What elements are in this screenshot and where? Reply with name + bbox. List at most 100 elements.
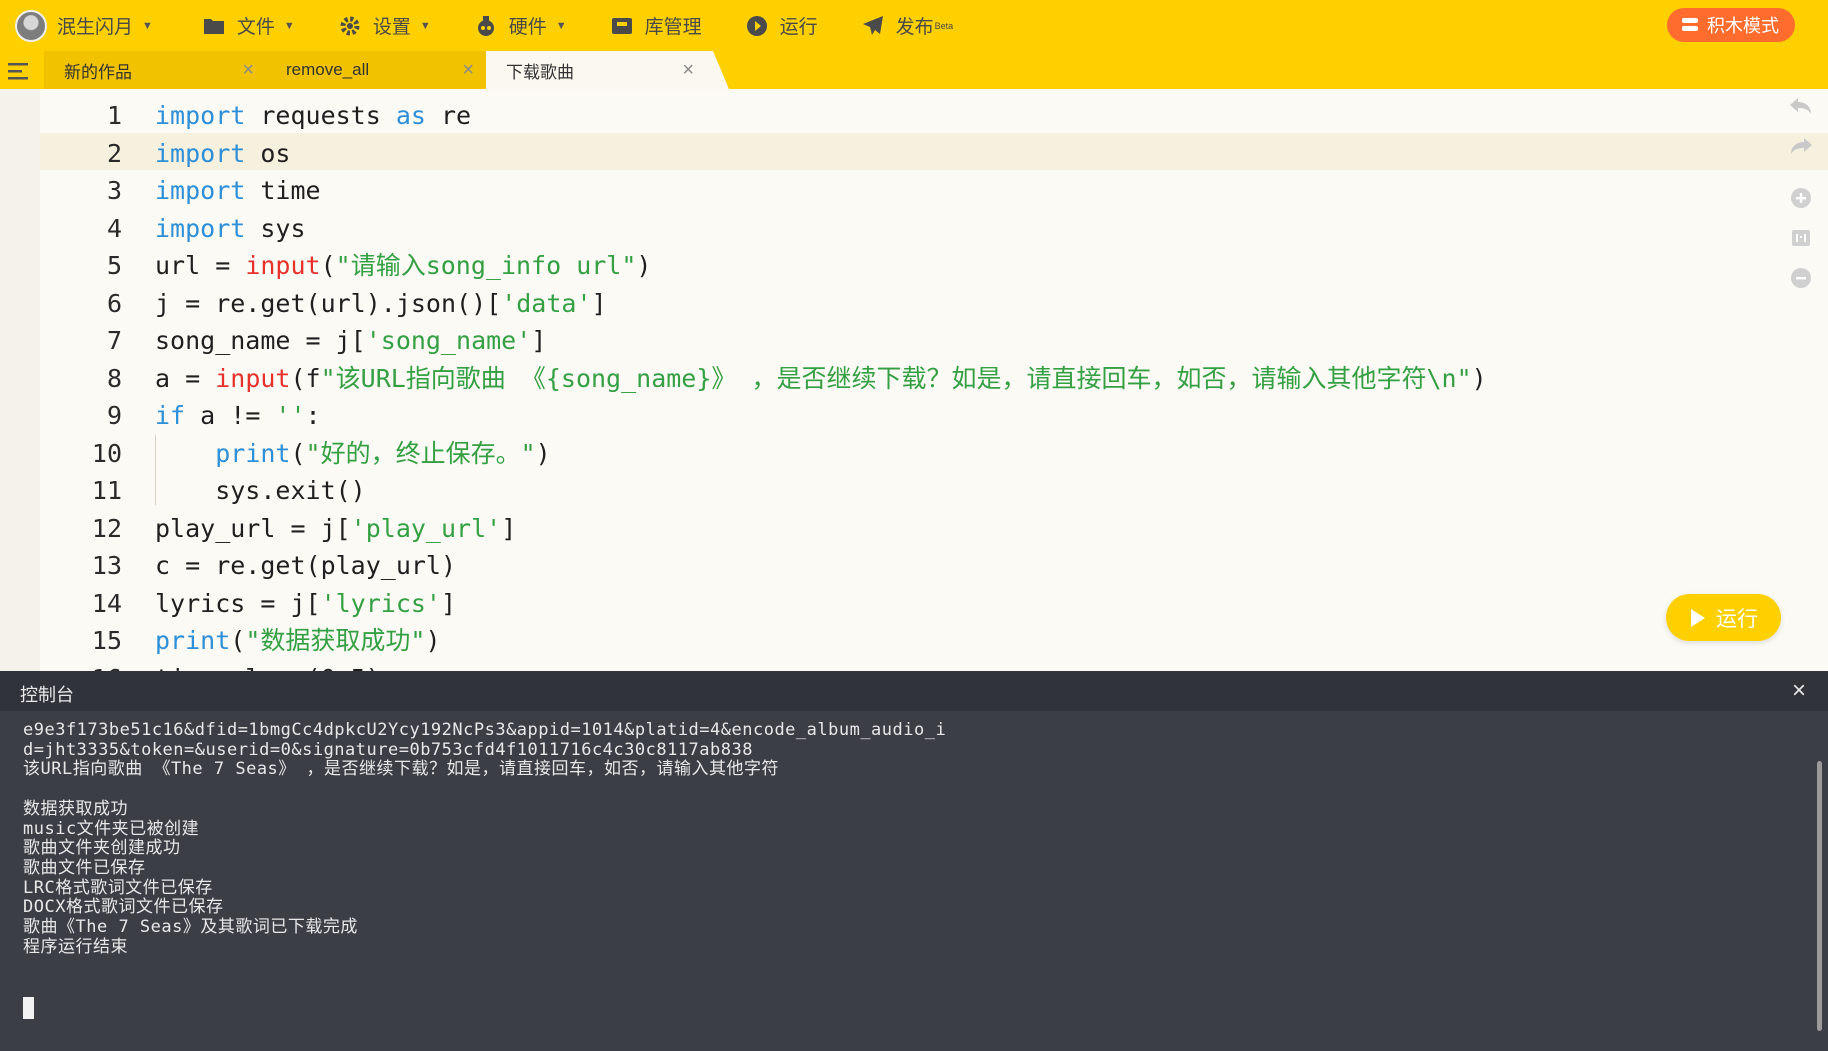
code-token: 'data'	[501, 288, 592, 318]
tab-new-work[interactable]: 新的作品 ×	[44, 51, 266, 89]
code-token: j = re.get(url).json()[	[155, 288, 502, 318]
close-icon[interactable]: ×	[242, 59, 254, 82]
code-token: ]	[501, 513, 517, 543]
code-line[interactable]: 10 print("好的，终止保存。")	[0, 435, 1760, 473]
hardware-icon	[473, 13, 499, 39]
code-token: "数据获取成功"	[245, 626, 426, 655]
close-icon[interactable]: ×	[682, 59, 694, 82]
code-token: play_url = j[	[155, 513, 351, 543]
code-line[interactable]: 8 a = input(f"该URL指向歌曲 《{song_name}》 ，是否继…	[0, 360, 1760, 398]
code-line[interactable]: 13 c = re.get(play_url)	[0, 547, 1760, 585]
redo-icon[interactable]	[1788, 133, 1814, 159]
code-token: ''	[275, 401, 306, 430]
code-token: ]	[441, 588, 457, 618]
code-token: a !=	[185, 401, 276, 430]
console-title: 控制台	[20, 685, 74, 705]
tab-remove-all[interactable]: remove_all ×	[266, 51, 486, 89]
code-token: "该URL指向歌曲 《{song_name}》 ，是否继续下载？如是，请直接回车…	[320, 363, 1472, 393]
code-token: import	[155, 213, 246, 243]
settings-menu[interactable]: 设置 ▼	[337, 0, 431, 51]
code-line[interactable]: 2 import os	[0, 135, 1760, 173]
run-menu[interactable]: 运行	[744, 0, 818, 51]
code-text: print("好的，终止保存。")	[155, 435, 551, 473]
code-token: as	[395, 101, 426, 130]
line-number: 9	[106, 401, 122, 430]
line-number: 1	[106, 101, 122, 130]
code-token: time.sleep(0.5)	[155, 664, 381, 672]
code-line[interactable]: 7 song_name = j['song_name']	[0, 322, 1760, 360]
code-text: j = re.get(url).json()['data']	[155, 285, 607, 323]
code-token: )	[425, 626, 441, 655]
user-name: 泯生闪月	[57, 17, 134, 38]
code-token: )	[1471, 363, 1487, 393]
zoom-in-icon[interactable]	[1788, 185, 1814, 211]
chevron-down-icon: ▼	[419, 19, 431, 32]
code-line[interactable]: 4 import sys	[0, 210, 1760, 248]
line-number: 2	[106, 138, 122, 168]
zoom-out-icon[interactable]	[1788, 265, 1814, 291]
hardware-menu[interactable]: 硬件 ▼	[473, 0, 567, 51]
console-scrollbar[interactable]	[1817, 761, 1822, 1031]
undo-icon[interactable]	[1788, 93, 1814, 119]
code-text: a = input(f"该URL指向歌曲 《{song_name}》 ，是否继续…	[155, 360, 1487, 398]
code-line[interactable]: 5 url = input("请输入song_info url")	[0, 247, 1760, 285]
code-text: print("数据获取成功")	[155, 622, 441, 660]
avatar	[15, 9, 47, 42]
code-line[interactable]: 6 j = re.get(url).json()['data']	[0, 285, 1760, 323]
line-number: 14	[91, 588, 122, 618]
console-output[interactable]: e9e3f173be51c16&dfid=1bmgCc4dpkcU2Ycy192…	[0, 711, 1828, 1051]
code-text: time.sleep(0.5)	[155, 660, 381, 672]
line-number: 10	[91, 438, 122, 468]
gear-icon	[337, 13, 363, 39]
code-line[interactable]: 11 sys.exit()	[0, 472, 1760, 510]
code-token: ]	[531, 326, 547, 355]
code-token: (	[320, 251, 336, 280]
file-menu[interactable]: 文件 ▼	[201, 0, 295, 51]
code-text: import sys	[155, 210, 306, 248]
user-menu[interactable]: 泯生闪月 ▼	[15, 0, 153, 51]
block-mode-label: 积木模式	[1707, 16, 1779, 36]
code-token: time	[245, 176, 321, 205]
reset-zoom-icon[interactable]	[1788, 225, 1814, 251]
folder-icon	[201, 13, 227, 39]
hamburger-icon[interactable]	[8, 61, 30, 81]
top-menu-bar: 泯生闪月 ▼ 文件 ▼ 设置 ▼ 硬件 ▼ 库管理 运行 发布 Beta 积木模…	[0, 0, 1828, 51]
active-tab-edge	[705, 51, 729, 89]
code-token: "好的，终止保存。"	[305, 438, 536, 468]
code-text: play_url = j['play_url']	[155, 510, 516, 548]
code-token: lyrics = j[	[155, 588, 321, 618]
code-token: 'song_name'	[365, 326, 532, 355]
close-icon[interactable]: ×	[1792, 677, 1806, 705]
code-line[interactable]: 15 print("数据获取成功")	[0, 622, 1760, 660]
code-text: if a != '':	[155, 397, 321, 435]
code-line[interactable]: 12 play_url = j['play_url']	[0, 510, 1760, 548]
line-number: 5	[106, 251, 122, 280]
code-line[interactable]: 14 lyrics = j['lyrics']	[0, 585, 1760, 623]
line-number: 7	[106, 326, 122, 355]
code-token: (	[230, 626, 246, 655]
run-button[interactable]: 运行	[1666, 594, 1781, 641]
code-line[interactable]: 16 time.sleep(0.5)	[0, 660, 1760, 672]
line-number: 8	[106, 363, 122, 393]
console-line: 该URL指向歌曲 《The 7 Seas》 ，是否继续下载？如是，请直接回车，如…	[23, 759, 780, 780]
tab-download-song[interactable]: 下载歌曲 ×	[486, 51, 706, 89]
code-token: print	[215, 438, 291, 468]
run-button-label: 运行	[1716, 607, 1758, 631]
line-number: 4	[106, 213, 122, 243]
code-line[interactable]: 1 import requests as re	[0, 97, 1760, 135]
code-editor[interactable]: 1 import requests as re 2 import os 3 import …	[0, 89, 1828, 671]
tab-label: 下载歌曲	[506, 62, 574, 82]
code-token: print	[155, 626, 231, 655]
code-token: os	[245, 138, 291, 168]
code-line[interactable]: 3 import time	[0, 172, 1760, 210]
close-icon[interactable]: ×	[462, 59, 474, 82]
code-token: url =	[155, 251, 246, 280]
publish-menu[interactable]: 发布 Beta	[860, 0, 953, 51]
code-token: c = re.get(play_url)	[155, 551, 457, 580]
chevron-down-icon: ▼	[142, 19, 153, 32]
code-token: re	[425, 101, 472, 130]
code-token: "请输入song_info url"	[335, 251, 637, 280]
library-menu[interactable]: 库管理	[609, 0, 702, 51]
block-mode-button[interactable]: 积木模式	[1667, 8, 1795, 42]
code-line[interactable]: 9 if a != '':	[0, 397, 1760, 435]
